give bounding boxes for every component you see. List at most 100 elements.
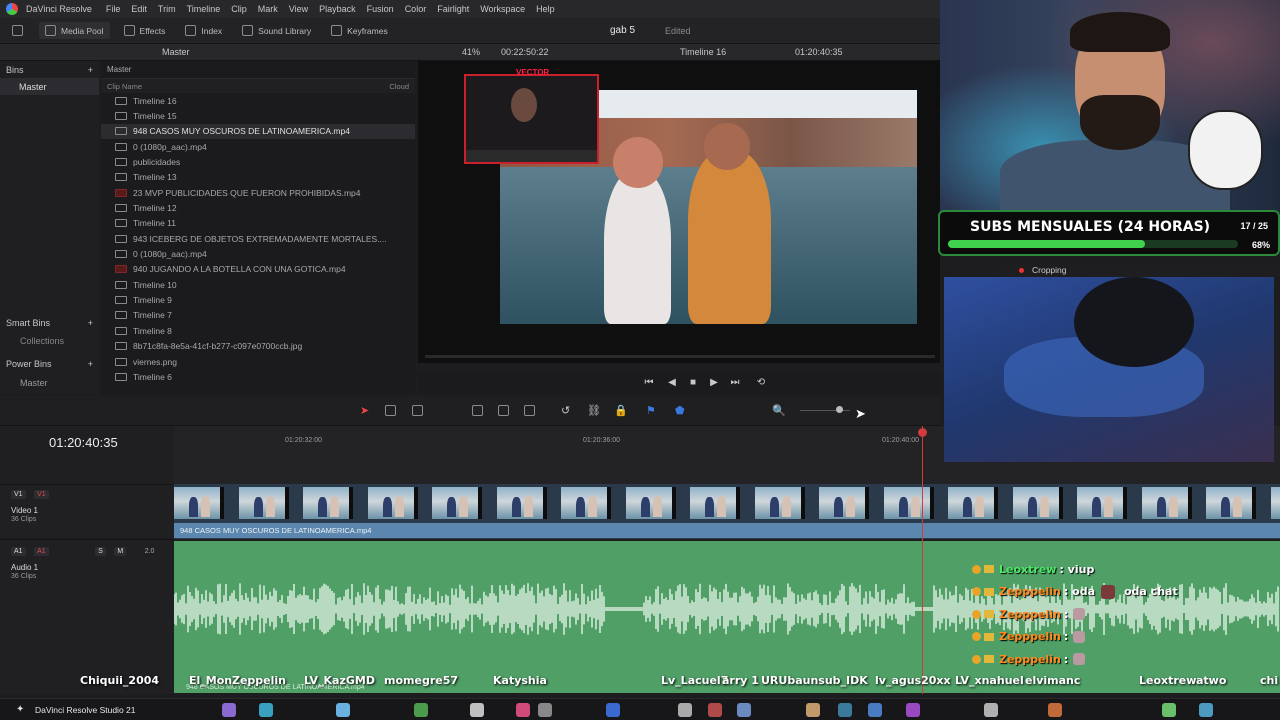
link-icon[interactable]: ⛓ xyxy=(587,404,601,417)
zoom-slider-knob[interactable] xyxy=(836,406,843,413)
skip-end-icon[interactable]: ⏭ xyxy=(730,378,740,388)
taskbar-app-icon[interactable] xyxy=(708,703,722,717)
snap-icon[interactable]: ↺ xyxy=(561,404,570,417)
taskbar-app-icon[interactable] xyxy=(737,703,751,717)
add-power-bin-icon[interactable]: + xyxy=(88,359,93,369)
taskbar-app-icon[interactable] xyxy=(1199,703,1213,717)
taskbar-app-icon[interactable] xyxy=(259,703,273,717)
clip-row[interactable]: Timeline 8 xyxy=(101,323,415,338)
clip-row[interactable]: 940 JUGANDO A LA BOTELLA CON UNA GOTICA.… xyxy=(101,262,415,277)
resolve-taskbar-icon[interactable]: ✦ xyxy=(16,704,24,715)
menu-workspace[interactable]: Workspace xyxy=(480,4,525,14)
menu-view[interactable]: View xyxy=(289,4,308,14)
timeline-name[interactable]: Timeline 16 xyxy=(680,47,726,57)
menu-mark[interactable]: Mark xyxy=(258,4,278,14)
taskbar-app-label[interactable]: DaVinci Resolve Studio 21 xyxy=(35,705,136,715)
effects-button[interactable]: Effects xyxy=(123,25,165,36)
viewer-zoom[interactable]: 41% xyxy=(462,47,480,57)
video-dest-tag[interactable]: V1 xyxy=(34,490,49,499)
insert-icon[interactable] xyxy=(472,405,483,416)
taskbar-app-icon[interactable] xyxy=(1162,703,1176,717)
add-smart-bin-icon[interactable]: + xyxy=(88,318,93,328)
collections-item[interactable]: Collections xyxy=(0,332,64,349)
taskbar-app-icon[interactable] xyxy=(470,703,484,717)
chat-username[interactable]: Leoxtrew xyxy=(999,563,1056,576)
mute-button[interactable]: M xyxy=(114,547,127,556)
overwrite-icon[interactable] xyxy=(498,405,509,416)
taskbar-app-icon[interactable] xyxy=(336,703,350,717)
playhead[interactable] xyxy=(922,426,923,694)
taskbar-app-icon[interactable] xyxy=(806,703,820,717)
menu-color[interactable]: Color xyxy=(405,4,427,14)
loop-icon[interactable]: ⟲ xyxy=(756,378,766,388)
playhead-handle[interactable] xyxy=(918,428,927,437)
taskbar-app-icon[interactable] xyxy=(838,703,852,717)
taskbar-app-icon[interactable] xyxy=(678,703,692,717)
chat-username[interactable]: Zepppelin xyxy=(999,585,1061,598)
lock-icon[interactable]: 🔒 xyxy=(614,404,628,417)
clip-row[interactable]: Timeline 9 xyxy=(101,292,415,307)
menu-fusion[interactable]: Fusion xyxy=(367,4,394,14)
media-pool-button[interactable]: Media Pool xyxy=(39,22,110,39)
clip-row[interactable]: Timeline 13 xyxy=(101,170,415,185)
marker-icon[interactable]: ⬟ xyxy=(675,404,685,417)
clip-row[interactable]: publicidades xyxy=(101,154,415,169)
index-button[interactable]: Index xyxy=(185,25,222,36)
replace-icon[interactable] xyxy=(524,405,535,416)
flag-icon[interactable]: ⚑ xyxy=(646,404,656,417)
clip-row[interactable]: 0 (1080p_aac).mp4 xyxy=(101,246,415,261)
power-master-item[interactable]: Master xyxy=(0,374,48,391)
taskbar-app-icon[interactable] xyxy=(606,703,620,717)
zoom-icon[interactable]: 🔍 xyxy=(772,404,786,417)
menu-trim[interactable]: Trim xyxy=(158,4,176,14)
taskbar-app-icon[interactable] xyxy=(1048,703,1062,717)
chat-username[interactable]: Zepppelin xyxy=(999,608,1061,621)
clip-row[interactable]: Timeline 16 xyxy=(101,93,415,108)
clip-row[interactable]: Timeline 7 xyxy=(101,308,415,323)
audio-track-tag[interactable]: A1 xyxy=(11,547,26,556)
clip-row[interactable]: 948 CASOS MUY OSCUROS DE LATINOAMERICA.m… xyxy=(101,123,415,140)
trim-tool-icon[interactable] xyxy=(385,405,396,416)
menu-clip[interactable]: Clip xyxy=(231,4,247,14)
video-clip-label[interactable]: 948 CASOS MUY OSCUROS DE LATINOAMERICA.m… xyxy=(174,523,1280,538)
clip-row[interactable]: Timeline 12 xyxy=(101,200,415,215)
menu-help[interactable]: Help xyxy=(536,4,555,14)
taskbar-app-icon[interactable] xyxy=(868,703,882,717)
clip-row[interactable]: 8b71c8fa-8e5a-41cf-b277-c097e0700ccb.jpg xyxy=(101,339,415,354)
keyframes-button[interactable]: Keyframes xyxy=(331,25,388,36)
chat-username[interactable]: Zepppelin xyxy=(999,653,1061,666)
taskbar-app-icon[interactable] xyxy=(414,703,428,717)
chat-username[interactable]: Zepppelin xyxy=(999,630,1061,643)
play-icon[interactable]: ▶ xyxy=(709,378,719,388)
smart-bins-header[interactable]: Smart Bins + xyxy=(0,314,99,331)
clip-row[interactable]: Timeline 15 xyxy=(101,108,415,123)
play-reverse-icon[interactable]: ◀ xyxy=(667,378,677,388)
menu-timeline[interactable]: Timeline xyxy=(187,4,221,14)
taskbar-app-icon[interactable] xyxy=(222,703,236,717)
clip-row[interactable]: 0 (1080p_aac).mp4 xyxy=(101,139,415,154)
clip-row[interactable]: Timeline 11 xyxy=(101,216,415,231)
add-bin-icon[interactable]: + xyxy=(88,65,93,75)
panel-toggle-icon[interactable] xyxy=(12,25,23,36)
clip-row[interactable]: 943 ICEBERG DE OBJETOS EXTREMADAMENTE MO… xyxy=(101,231,415,246)
viewer-scrub-bar[interactable] xyxy=(425,355,935,358)
clip-row[interactable]: Timeline 10 xyxy=(101,277,415,292)
clip-row[interactable]: viernes.png xyxy=(101,354,415,369)
blade-tool-icon[interactable] xyxy=(412,405,423,416)
audio-dest-tag[interactable]: A1 xyxy=(34,547,49,556)
menu-edit[interactable]: Edit xyxy=(131,4,147,14)
solo-button[interactable]: S xyxy=(95,547,106,556)
col-cloud[interactable]: Cloud xyxy=(389,82,409,91)
sound-library-button[interactable]: Sound Library xyxy=(242,25,311,36)
col-clip-name[interactable]: Clip Name xyxy=(107,82,142,91)
skip-start-icon[interactable]: ⏮ xyxy=(644,378,654,388)
menu-playback[interactable]: Playback xyxy=(319,4,356,14)
menu-file[interactable]: File xyxy=(106,4,121,14)
clip-row[interactable]: 23 MVP PUBLICIDADES QUE FUERON PROHIBIDA… xyxy=(101,185,415,200)
bin-master[interactable]: Master xyxy=(0,78,99,95)
power-bins-header[interactable]: Power Bins + xyxy=(0,355,99,372)
clip-row[interactable]: Timeline 6 xyxy=(101,369,415,384)
taskbar-app-icon[interactable] xyxy=(516,703,530,717)
video-track-tag[interactable]: V1 xyxy=(11,490,26,499)
menu-fairlight[interactable]: Fairlight xyxy=(437,4,469,14)
